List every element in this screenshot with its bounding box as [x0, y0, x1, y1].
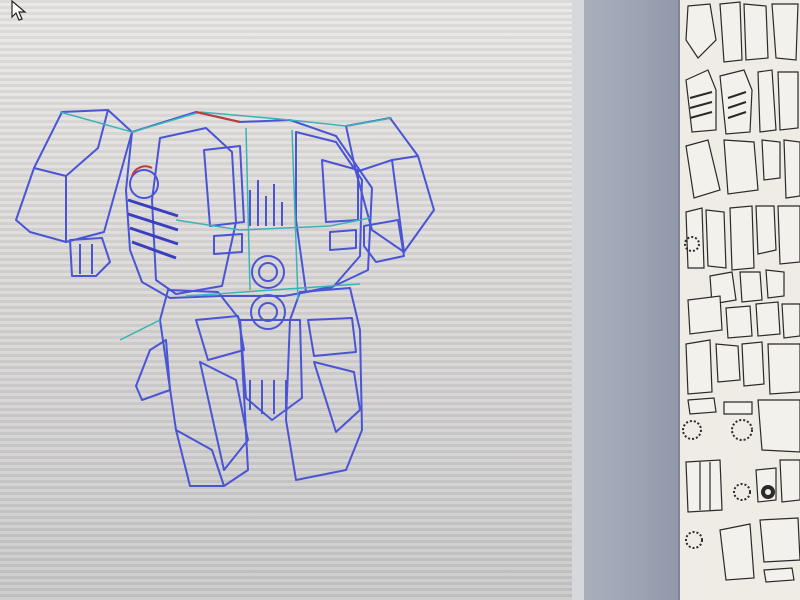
- left-shoulder-armor: [15, 109, 133, 243]
- panel-divider[interactable]: [572, 0, 584, 600]
- arrow-cursor-icon: [11, 0, 27, 21]
- 3d-viewport[interactable]: [0, 0, 572, 600]
- chest-engine-lower: [250, 294, 286, 330]
- left-hand: [69, 237, 111, 277]
- unfold-parts-sheet[interactable]: [678, 0, 800, 600]
- right-leg: [285, 287, 363, 481]
- viewport-gutter: [584, 0, 684, 600]
- chest-engine-upper: [251, 255, 285, 289]
- right-shoulder-armor: [345, 117, 435, 253]
- unfolded-parts-layout[interactable]: [680, 0, 800, 600]
- robot-wireframe-model[interactable]: [0, 0, 572, 600]
